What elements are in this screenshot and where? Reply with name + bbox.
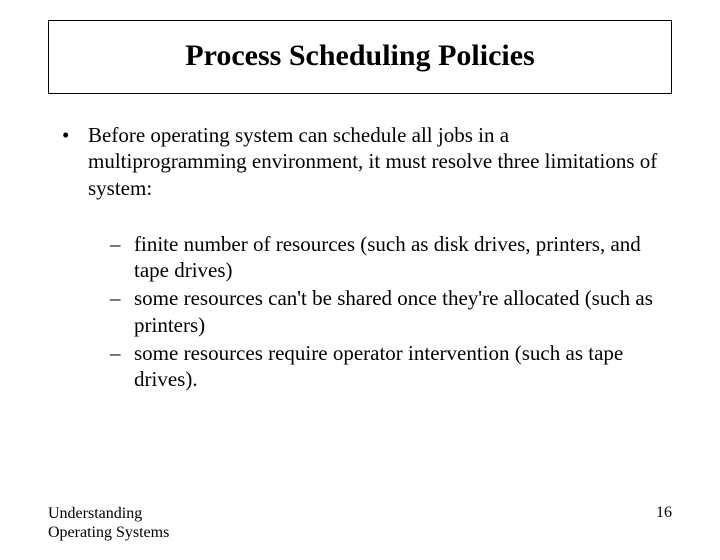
bullet-list: Before operating system can schedule all… bbox=[48, 122, 672, 392]
sub-bullet-list: finite number of resources (such as disk… bbox=[88, 231, 672, 393]
bullet-item: Before operating system can schedule all… bbox=[48, 122, 672, 392]
page-number: 16 bbox=[656, 504, 672, 522]
sub-bullet-item: finite number of resources (such as disk… bbox=[88, 231, 672, 284]
sub-bullet-item: some resources can't be shared once they… bbox=[88, 285, 672, 338]
slide-title: Process Scheduling Policies bbox=[59, 39, 661, 73]
title-box: Process Scheduling Policies bbox=[48, 20, 672, 94]
footer-source: Understanding Operating Systems bbox=[48, 504, 169, 542]
slide-footer: Understanding Operating Systems 16 bbox=[48, 504, 672, 542]
sub-bullet-text: some resources can't be shared once they… bbox=[134, 286, 653, 336]
slide-content: Before operating system can schedule all… bbox=[48, 122, 672, 392]
sub-bullet-text: finite number of resources (such as disk… bbox=[134, 232, 641, 282]
sub-bullet-item: some resources require operator interven… bbox=[88, 340, 672, 393]
bullet-text: Before operating system can schedule all… bbox=[88, 123, 657, 200]
sub-bullet-text: some resources require operator interven… bbox=[134, 341, 623, 391]
